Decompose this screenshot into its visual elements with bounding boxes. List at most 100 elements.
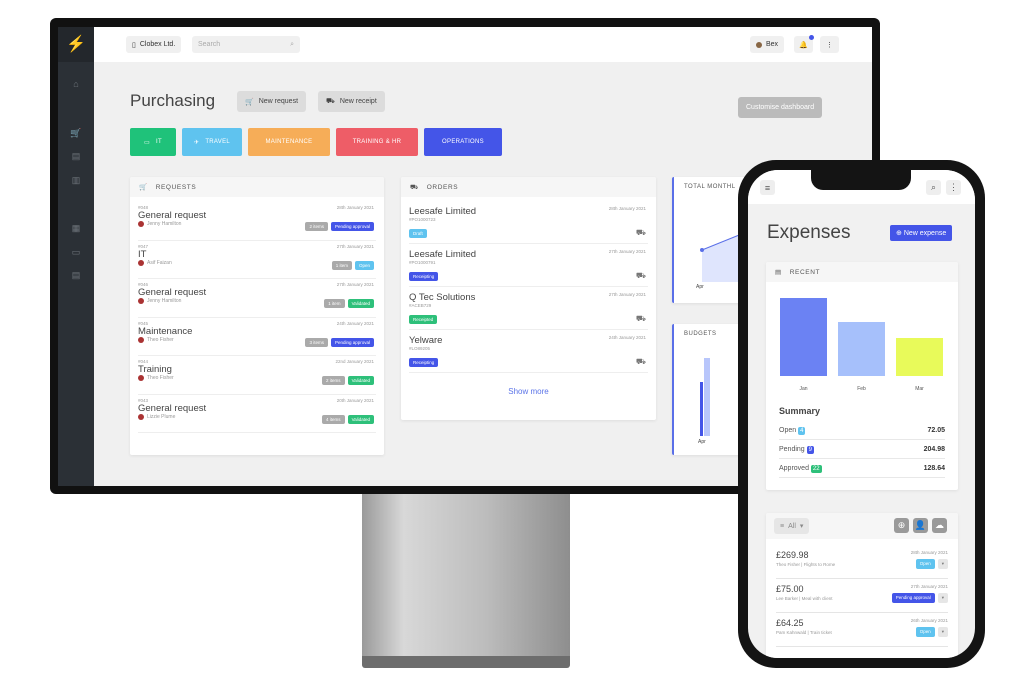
category-travel[interactable]: ✈ TRAVEL: [182, 128, 242, 156]
more-vertical-icon[interactable]: ⋮: [820, 36, 839, 53]
bank-icon[interactable]: ▦: [58, 223, 94, 234]
card-icon[interactable]: ▭: [58, 247, 94, 258]
request-row[interactable]: #044 Training Theo Fisher 22nd January 2…: [138, 356, 376, 395]
add-icon[interactable]: ⊕: [894, 518, 909, 533]
delivery-truck-icon[interactable]: ⛟: [636, 228, 646, 238]
page-title: Expenses: [767, 222, 851, 243]
requests-card: 🛒 REQUESTS #048 General request Jenny Ham…: [130, 177, 384, 455]
summary-value: 72.05: [927, 426, 945, 434]
request-row[interactable]: #046 General request Jenny Hamilton 27th…: [138, 279, 376, 318]
summary-row[interactable]: Approved 22 128.64: [779, 459, 945, 478]
search-input[interactable]: Search ⌕: [192, 36, 300, 53]
bar-mar[interactable]: [896, 338, 943, 376]
expense-row[interactable]: £269.98 Theo Fisher | Flights to Rome 28…: [776, 545, 948, 579]
list-icon: ≡: [780, 522, 785, 530]
caret-down-icon[interactable]: ▾: [937, 593, 948, 603]
recent-header: ▤ RECENT: [766, 262, 958, 282]
order-reference: #LO89205: [409, 346, 431, 351]
request-title: IT: [138, 248, 147, 260]
order-row[interactable]: Q Tec Solutions #ACEB729 Receipted 27th …: [409, 287, 648, 330]
request-row[interactable]: #045 Maintenance Theo Fisher 24th Januar…: [138, 318, 376, 356]
avatar: [138, 375, 144, 381]
top-bar: ▯ Clobex Ltd. Search ⌕ Bex 🔔 ⋮: [94, 27, 872, 62]
user-name: Bex: [766, 41, 779, 48]
status-badge: Open: [915, 559, 935, 569]
cart-icon[interactable]: 🛒: [58, 128, 94, 139]
item-count-badge: 2 items: [305, 222, 328, 231]
expense-date: 27th January 2021: [910, 584, 948, 589]
summary-value: 128.64: [923, 464, 945, 472]
order-row[interactable]: Yelware #LO89205 Receipting 24th January…: [409, 330, 648, 373]
x-tick-label: Mar: [915, 386, 924, 392]
item-count-badge: 1 item: [324, 299, 345, 308]
budgets-heading: BUDGETS: [684, 331, 717, 337]
order-row[interactable]: Leesafe Limited #PO1000791 Receipting 27…: [409, 244, 648, 287]
request-title: Maintenance: [138, 325, 193, 337]
lightning-logo-icon[interactable]: ⚡: [58, 27, 94, 62]
order-reference: #PO1000791: [409, 260, 436, 265]
summary-label: Open: [779, 426, 797, 434]
more-vertical-icon[interactable]: ⋮: [946, 180, 961, 195]
company-switcher[interactable]: ▯ Clobex Ltd.: [126, 36, 182, 53]
show-more-link[interactable]: Show more: [401, 387, 656, 396]
trolley-icon: ⛟: [326, 98, 335, 105]
user-menu[interactable]: Bex: [750, 36, 785, 53]
new-expense-button[interactable]: ⊕ New expense: [890, 225, 953, 241]
expenses-list-card: ≡ All ▾ ⊕ 👤 ☁ £269.98 Theo Fisher | Flight…: [766, 513, 958, 658]
assign-user-icon[interactable]: 👤: [913, 518, 928, 533]
category-it[interactable]: ▭ IT: [130, 128, 176, 156]
filter-dropdown[interactable]: ≡ All ▾: [774, 518, 810, 534]
search-placeholder: Search: [198, 41, 221, 48]
expense-row[interactable]: £64.25 Pam Kahnwald | Train ticket 26th …: [776, 613, 948, 647]
avatar: [138, 413, 144, 420]
expense-row[interactable]: £75.00 Lee Barker | Meal with client 27t…: [776, 579, 948, 613]
requests-heading: REQUESTS: [155, 183, 197, 191]
request-row[interactable]: #047 IT Asif Faizan 27th January 2021 1 …: [138, 241, 376, 279]
caret-down-icon[interactable]: ▾: [937, 559, 948, 569]
receipt-icon[interactable]: ▥: [58, 175, 94, 186]
report-icon[interactable]: ▤: [58, 270, 94, 281]
cart-icon: 🛒: [139, 184, 148, 191]
caret-down-icon[interactable]: ▾: [937, 627, 948, 637]
search-icon[interactable]: ⌕: [926, 180, 941, 195]
requester-name: Jenny Hamilton: [147, 298, 182, 304]
new-receipt-button[interactable]: ⛟ New receipt: [318, 91, 385, 112]
bar-jan[interactable]: [780, 298, 827, 376]
phone-notch: [811, 170, 911, 190]
orders-header: ⛟ ORDERS: [401, 177, 656, 197]
delivery-truck-icon[interactable]: ⛟: [636, 314, 646, 324]
summary-label: Approved: [779, 464, 809, 472]
status-badge: Open: [354, 260, 374, 270]
request-date: 20th January 2021: [336, 397, 374, 403]
monitor-stand: [362, 492, 570, 662]
category-maintenance[interactable]: MAINTENANCE: [248, 128, 330, 156]
summary-row[interactable]: Open 4 72.05: [779, 421, 945, 440]
bar-feb[interactable]: [838, 322, 885, 376]
requester-name: Asif Faizan: [147, 259, 172, 266]
order-reference: #ACEB729: [409, 303, 432, 308]
request-date: 24th January 2021: [336, 320, 374, 326]
customise-dashboard-button[interactable]: Customise dashboard: [738, 97, 823, 118]
request-row[interactable]: #043 General request Lizzie Plume 20th J…: [138, 395, 376, 433]
menu-icon[interactable]: ≡: [760, 180, 775, 195]
status-badge: Pending approval: [330, 337, 374, 347]
delivery-truck-icon[interactable]: ⛟: [636, 357, 646, 367]
requester-name: Theo Fisher: [147, 336, 174, 343]
new-request-button[interactable]: 🛒 New request: [237, 91, 307, 112]
request-title: General request: [138, 287, 207, 298]
home-icon[interactable]: ⌂: [58, 79, 94, 89]
recent-heading: RECENT: [789, 268, 821, 276]
delivery-truck-icon[interactable]: ⛟: [636, 271, 646, 281]
summary-row[interactable]: Pending 9 204.98: [779, 440, 945, 459]
request-title: Training: [138, 364, 172, 375]
search-icon: ⌕: [290, 40, 294, 48]
recent-card: ▤ RECENT Jan Feb Mar Summary Open 4 72.05 Pen…: [766, 262, 958, 490]
status-badge: Validated: [347, 414, 374, 424]
order-row[interactable]: Leesafe Limited #PO1000723 Draft 28th Ja…: [409, 201, 648, 244]
request-row[interactable]: #048 General request Jenny Hamilton 28th…: [138, 202, 376, 241]
category-training-hr[interactable]: TRAINING & HR: [336, 128, 418, 156]
orders-heading: ORDERS: [426, 183, 459, 191]
document-icon[interactable]: ▤: [58, 151, 94, 162]
category-operations[interactable]: OPERATIONS: [424, 128, 502, 156]
cloud-upload-icon[interactable]: ☁: [932, 518, 947, 533]
